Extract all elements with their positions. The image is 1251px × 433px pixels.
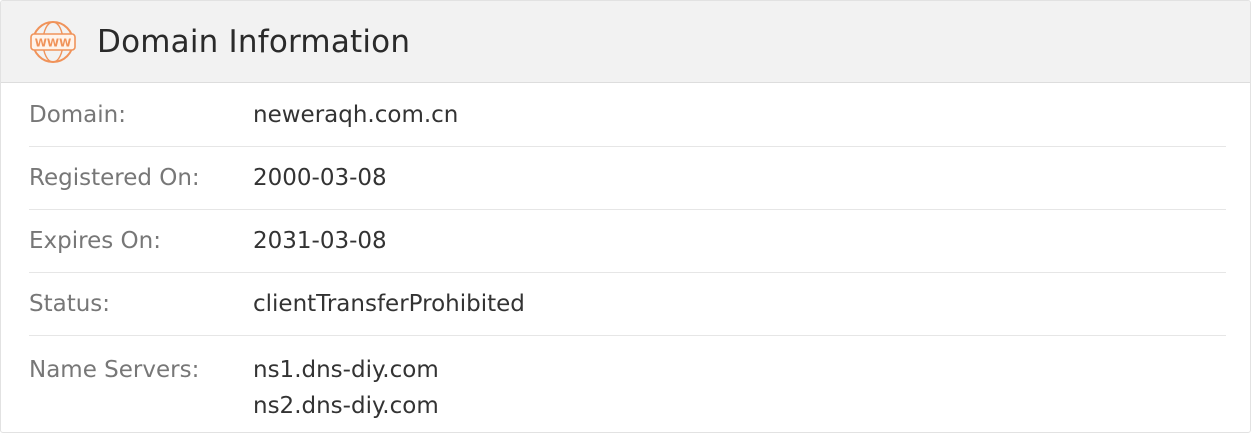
row-value: clientTransferProhibited bbox=[253, 291, 525, 317]
info-row-domain: Domain: neweraqh.com.cn bbox=[29, 83, 1226, 147]
card-header: WWW Domain Information bbox=[1, 1, 1250, 83]
row-value: 2031-03-08 bbox=[253, 228, 387, 254]
row-label: Expires On: bbox=[29, 228, 161, 254]
www-icon: WWW bbox=[29, 20, 77, 64]
name-server-list: ns1.dns-diy.com ns2.dns-diy.com bbox=[253, 352, 439, 424]
row-value: 2000-03-08 bbox=[253, 165, 387, 191]
row-label: Name Servers: bbox=[29, 357, 200, 383]
info-row-registered: Registered On: 2000-03-08 bbox=[29, 147, 1226, 210]
page-title: Domain Information bbox=[97, 23, 411, 60]
row-label: Domain: bbox=[29, 101, 126, 128]
row-label: Status: bbox=[29, 291, 111, 317]
name-server: ns2.dns-diy.com bbox=[253, 393, 439, 419]
row-label: Registered On: bbox=[29, 165, 200, 191]
domain-info-card: WWW Domain Information Domain: neweraqh.… bbox=[0, 0, 1251, 433]
name-server: ns1.dns-diy.com bbox=[253, 357, 439, 383]
row-value: neweraqh.com.cn bbox=[253, 101, 459, 128]
info-row-expires: Expires On: 2031-03-08 bbox=[29, 210, 1226, 273]
www-icon-text: WWW bbox=[35, 36, 71, 49]
info-row-name-servers: Name Servers: ns1.dns-diy.com ns2.dns-di… bbox=[29, 336, 1226, 432]
info-row-status: Status: clientTransferProhibited bbox=[29, 273, 1226, 336]
info-rows: Domain: neweraqh.com.cn Registered On: 2… bbox=[29, 83, 1226, 432]
